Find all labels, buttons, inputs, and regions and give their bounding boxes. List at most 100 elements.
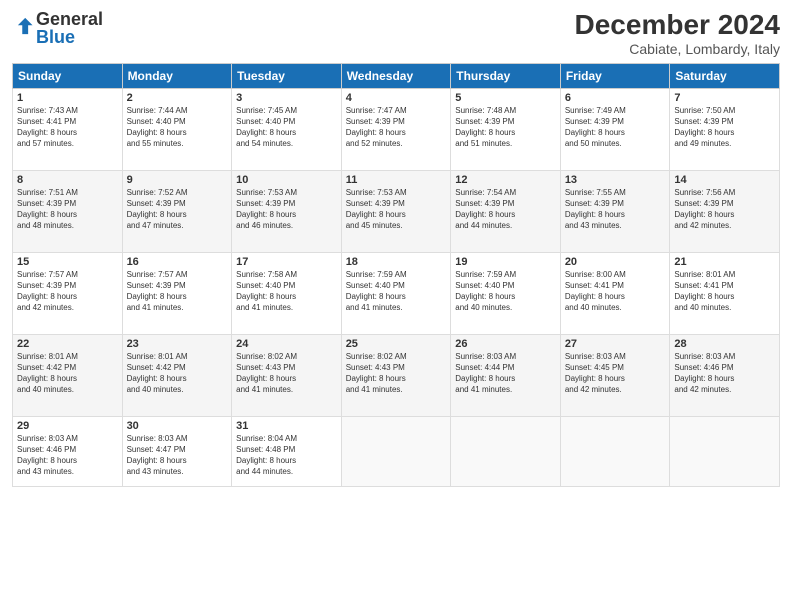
table-row: 29Sunrise: 8:03 AM Sunset: 4:46 PM Dayli… [13,416,123,486]
day-info: Sunrise: 7:44 AM Sunset: 4:40 PM Dayligh… [127,105,228,150]
day-info: Sunrise: 8:03 AM Sunset: 4:46 PM Dayligh… [674,351,775,396]
day-number: 3 [236,92,337,104]
table-row: 15Sunrise: 7:57 AM Sunset: 4:39 PM Dayli… [13,252,123,334]
col-friday: Friday [560,63,670,88]
title-block: December 2024 Cabiate, Lombardy, Italy [575,10,780,57]
day-info: Sunrise: 7:53 AM Sunset: 4:39 PM Dayligh… [346,187,447,232]
day-info: Sunrise: 7:56 AM Sunset: 4:39 PM Dayligh… [674,187,775,232]
day-number: 13 [565,174,666,186]
table-row: 10Sunrise: 7:53 AM Sunset: 4:39 PM Dayli… [232,170,342,252]
day-number: 6 [565,92,666,104]
day-number: 18 [346,256,447,268]
day-number: 11 [346,174,447,186]
calendar-header-row: Sunday Monday Tuesday Wednesday Thursday… [13,63,780,88]
day-info: Sunrise: 7:58 AM Sunset: 4:40 PM Dayligh… [236,269,337,314]
day-info: Sunrise: 7:55 AM Sunset: 4:39 PM Dayligh… [565,187,666,232]
calendar-table: Sunday Monday Tuesday Wednesday Thursday… [12,63,780,487]
day-info: Sunrise: 8:03 AM Sunset: 4:47 PM Dayligh… [127,433,228,478]
day-info: Sunrise: 7:59 AM Sunset: 4:40 PM Dayligh… [346,269,447,314]
logo-general-text: General [36,9,103,29]
day-info: Sunrise: 7:47 AM Sunset: 4:39 PM Dayligh… [346,105,447,150]
col-monday: Monday [122,63,232,88]
day-number: 30 [127,420,228,432]
logo: General Blue [12,10,103,46]
month-title: December 2024 [575,10,780,41]
table-row: 28Sunrise: 8:03 AM Sunset: 4:46 PM Dayli… [670,334,780,416]
table-row: 27Sunrise: 8:03 AM Sunset: 4:45 PM Dayli… [560,334,670,416]
day-info: Sunrise: 7:54 AM Sunset: 4:39 PM Dayligh… [455,187,556,232]
table-row: 26Sunrise: 8:03 AM Sunset: 4:44 PM Dayli… [451,334,561,416]
table-row: 31Sunrise: 8:04 AM Sunset: 4:48 PM Dayli… [232,416,342,486]
table-row: 7Sunrise: 7:50 AM Sunset: 4:39 PM Daylig… [670,88,780,170]
table-row: 22Sunrise: 8:01 AM Sunset: 4:42 PM Dayli… [13,334,123,416]
day-info: Sunrise: 8:02 AM Sunset: 4:43 PM Dayligh… [236,351,337,396]
col-sunday: Sunday [13,63,123,88]
day-info: Sunrise: 8:01 AM Sunset: 4:42 PM Dayligh… [17,351,118,396]
day-info: Sunrise: 8:01 AM Sunset: 4:41 PM Dayligh… [674,269,775,314]
table-row: 1Sunrise: 7:43 AM Sunset: 4:41 PM Daylig… [13,88,123,170]
table-row: 3Sunrise: 7:45 AM Sunset: 4:40 PM Daylig… [232,88,342,170]
table-row [341,416,451,486]
table-row: 14Sunrise: 7:56 AM Sunset: 4:39 PM Dayli… [670,170,780,252]
day-info: Sunrise: 7:57 AM Sunset: 4:39 PM Dayligh… [17,269,118,314]
day-number: 24 [236,338,337,350]
day-number: 17 [236,256,337,268]
col-wednesday: Wednesday [341,63,451,88]
table-row: 9Sunrise: 7:52 AM Sunset: 4:39 PM Daylig… [122,170,232,252]
day-number: 31 [236,420,337,432]
table-row: 11Sunrise: 7:53 AM Sunset: 4:39 PM Dayli… [341,170,451,252]
day-number: 29 [17,420,118,432]
table-row: 30Sunrise: 8:03 AM Sunset: 4:47 PM Dayli… [122,416,232,486]
logo-blue-text: Blue [36,27,75,47]
table-row: 8Sunrise: 7:51 AM Sunset: 4:39 PM Daylig… [13,170,123,252]
day-number: 20 [565,256,666,268]
day-info: Sunrise: 7:52 AM Sunset: 4:39 PM Dayligh… [127,187,228,232]
table-row: 2Sunrise: 7:44 AM Sunset: 4:40 PM Daylig… [122,88,232,170]
day-number: 2 [127,92,228,104]
day-info: Sunrise: 7:45 AM Sunset: 4:40 PM Dayligh… [236,105,337,150]
day-number: 23 [127,338,228,350]
table-row: 19Sunrise: 7:59 AM Sunset: 4:40 PM Dayli… [451,252,561,334]
location: Cabiate, Lombardy, Italy [575,41,780,57]
day-info: Sunrise: 8:03 AM Sunset: 4:46 PM Dayligh… [17,433,118,478]
table-row: 4Sunrise: 7:47 AM Sunset: 4:39 PM Daylig… [341,88,451,170]
logo-icon [12,15,34,37]
table-row: 5Sunrise: 7:48 AM Sunset: 4:39 PM Daylig… [451,88,561,170]
day-info: Sunrise: 7:50 AM Sunset: 4:39 PM Dayligh… [674,105,775,150]
day-info: Sunrise: 7:59 AM Sunset: 4:40 PM Dayligh… [455,269,556,314]
day-number: 14 [674,174,775,186]
day-number: 15 [17,256,118,268]
day-info: Sunrise: 8:03 AM Sunset: 4:44 PM Dayligh… [455,351,556,396]
page-header: General Blue December 2024 Cabiate, Lomb… [12,10,780,57]
day-info: Sunrise: 7:53 AM Sunset: 4:39 PM Dayligh… [236,187,337,232]
col-tuesday: Tuesday [232,63,342,88]
day-number: 5 [455,92,556,104]
table-row: 24Sunrise: 8:02 AM Sunset: 4:43 PM Dayli… [232,334,342,416]
table-row: 12Sunrise: 7:54 AM Sunset: 4:39 PM Dayli… [451,170,561,252]
day-info: Sunrise: 7:57 AM Sunset: 4:39 PM Dayligh… [127,269,228,314]
col-saturday: Saturday [670,63,780,88]
table-row [451,416,561,486]
table-row: 20Sunrise: 8:00 AM Sunset: 4:41 PM Dayli… [560,252,670,334]
table-row: 25Sunrise: 8:02 AM Sunset: 4:43 PM Dayli… [341,334,451,416]
table-row: 16Sunrise: 7:57 AM Sunset: 4:39 PM Dayli… [122,252,232,334]
day-number: 25 [346,338,447,350]
day-number: 22 [17,338,118,350]
day-number: 21 [674,256,775,268]
day-info: Sunrise: 8:01 AM Sunset: 4:42 PM Dayligh… [127,351,228,396]
day-number: 27 [565,338,666,350]
day-number: 28 [674,338,775,350]
day-info: Sunrise: 8:00 AM Sunset: 4:41 PM Dayligh… [565,269,666,314]
day-number: 10 [236,174,337,186]
table-row [670,416,780,486]
day-info: Sunrise: 8:03 AM Sunset: 4:45 PM Dayligh… [565,351,666,396]
day-info: Sunrise: 7:49 AM Sunset: 4:39 PM Dayligh… [565,105,666,150]
day-number: 19 [455,256,556,268]
day-number: 8 [17,174,118,186]
col-thursday: Thursday [451,63,561,88]
table-row: 23Sunrise: 8:01 AM Sunset: 4:42 PM Dayli… [122,334,232,416]
table-row: 6Sunrise: 7:49 AM Sunset: 4:39 PM Daylig… [560,88,670,170]
table-row: 17Sunrise: 7:58 AM Sunset: 4:40 PM Dayli… [232,252,342,334]
day-number: 4 [346,92,447,104]
day-info: Sunrise: 7:51 AM Sunset: 4:39 PM Dayligh… [17,187,118,232]
